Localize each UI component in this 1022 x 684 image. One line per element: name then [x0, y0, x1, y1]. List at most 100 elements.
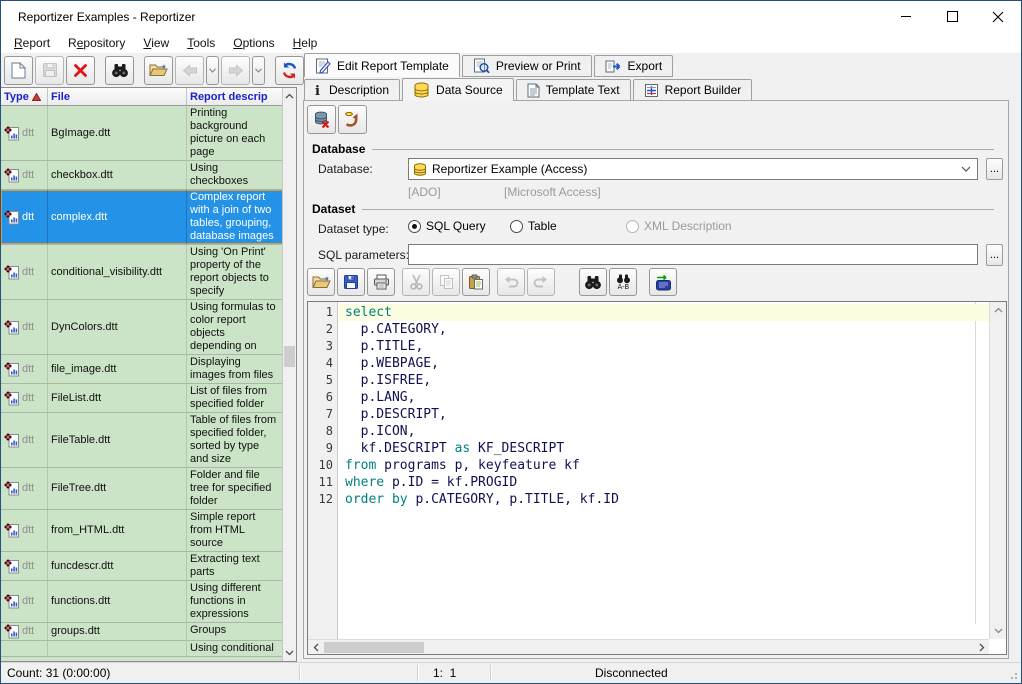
revert-datasource-button[interactable] — [338, 105, 367, 134]
refresh-button[interactable] — [275, 56, 304, 85]
open-sql-button[interactable] — [307, 268, 335, 296]
redo-button[interactable] — [527, 268, 555, 296]
resize-grip[interactable] — [1008, 670, 1018, 680]
minimize-button[interactable] — [883, 1, 929, 32]
floppy-gray-icon — [42, 62, 58, 78]
dtt-file-icon — [4, 481, 20, 496]
disconnect-database-button[interactable] — [307, 105, 336, 134]
tab-preview-or-print[interactable]: Preview or Print — [462, 55, 592, 77]
sql-parameters-input[interactable] — [408, 244, 978, 265]
sql-code-area[interactable]: select p.CATEGORY, p.TITLE, p.WEBPAGE, p… — [339, 302, 989, 639]
execute-sql-button[interactable] — [649, 268, 677, 296]
file-name-cell: complex.dtt — [48, 190, 187, 244]
scrollbar-thumb[interactable] — [284, 346, 295, 367]
file-table-scrollbar[interactable] — [282, 88, 296, 661]
forward-button-dropdown[interactable] — [252, 56, 265, 85]
table-row[interactable]: dttfunctions.dttUsing different function… — [1, 581, 283, 623]
tab-edit-report-template[interactable]: Edit Report Template — [304, 53, 460, 77]
table-row[interactable]: dttDynColors.dttUsing formulas to color … — [1, 300, 283, 355]
sql-code-line[interactable]: p.CATEGORY, — [339, 321, 989, 338]
file-name-cell: file_image.dtt — [48, 355, 187, 383]
sql-editor[interactable]: 123456789101112 select p.CATEGORY, p.TIT… — [307, 301, 1007, 655]
scissors-icon — [409, 274, 424, 290]
copy-button[interactable] — [432, 268, 460, 296]
table-row[interactable]: dttFileList.dttList of files from specif… — [1, 384, 283, 413]
table-row[interactable]: dttcomplex.dttComplex report with a join… — [1, 190, 283, 245]
scrollbar-thumb[interactable] — [324, 642, 424, 653]
new-report-button[interactable] — [4, 56, 33, 85]
scroll-up-icon[interactable] — [990, 302, 1006, 318]
table-row[interactable]: dttconditional_visibility.dttUsing 'On P… — [1, 245, 283, 300]
cut-button[interactable] — [402, 268, 430, 296]
scroll-down-icon[interactable] — [990, 623, 1006, 639]
column-header-report-descrip[interactable]: Report descrip — [187, 88, 283, 105]
scroll-down-icon[interactable] — [283, 645, 296, 661]
table-row[interactable]: dttcheckbox.dttUsing checkboxes — [1, 161, 283, 190]
menu-item-repository[interactable]: Repository — [59, 34, 134, 52]
save-sql-button[interactable] — [337, 268, 365, 296]
maximize-button[interactable] — [929, 1, 975, 32]
column-header-file[interactable]: File — [48, 88, 187, 105]
editor-vertical-scrollbar[interactable] — [989, 302, 1006, 639]
editor-horizontal-scrollbar[interactable] — [308, 639, 989, 654]
browse-database-button[interactable]: ... — [986, 158, 1003, 180]
tab-template-text[interactable]: Template Text — [516, 79, 631, 101]
open-folder-button[interactable] — [144, 56, 173, 85]
file-table: TypeFileReport descrip dttBgImage.dttPri… — [1, 87, 297, 662]
radio-table[interactable]: Table — [510, 219, 557, 233]
table-row[interactable]: Using conditional — [1, 641, 283, 657]
browse-parameters-button[interactable]: ... — [986, 244, 1003, 266]
table-row[interactable]: dttgroups.dttGroups — [1, 623, 283, 641]
scroll-up-icon[interactable] — [283, 88, 296, 104]
sql-code-line[interactable]: p.TITLE, — [339, 338, 989, 355]
paste-button[interactable] — [462, 268, 490, 296]
table-row[interactable]: dttFileTable.dttTable of files from spec… — [1, 413, 283, 468]
undo-button[interactable] — [497, 268, 525, 296]
table-row[interactable]: dttfrom_HTML.dttSimple report from HTML … — [1, 510, 283, 552]
radio-sql-query[interactable]: SQL Query — [408, 219, 486, 233]
sql-code-line[interactable]: p.LANG, — [339, 389, 989, 406]
tab-report-builder[interactable]: Report Builder — [633, 79, 753, 101]
forward-button[interactable] — [221, 56, 250, 85]
report-description-cell: Complex report with a join of two tables… — [187, 190, 283, 244]
dtt-file-icon — [4, 126, 20, 141]
find-text-button[interactable] — [579, 268, 607, 296]
sql-code-line[interactable]: p.DESCRIPT, — [339, 406, 989, 423]
find-report-button[interactable] — [105, 56, 134, 85]
back-button[interactable] — [175, 56, 204, 85]
sql-code-line[interactable]: from programs p, keyfeature kf — [339, 457, 989, 474]
table-row[interactable]: dttfile_image.dttDisplaying images from … — [1, 355, 283, 384]
menu-item-report[interactable]: Report — [5, 34, 59, 52]
menu-item-view[interactable]: View — [134, 34, 178, 52]
sql-code-line[interactable]: p.WEBPAGE, — [339, 355, 989, 372]
menu-item-help[interactable]: Help — [284, 34, 327, 52]
replace-icon: A-B — [615, 274, 632, 290]
sql-code-line[interactable]: where p.ID = kf.PROGID — [339, 474, 989, 491]
sql-code-line[interactable]: select — [339, 304, 989, 321]
menu-item-tools[interactable]: Tools — [178, 34, 224, 52]
delete-report-button[interactable] — [66, 56, 95, 85]
sql-code-line[interactable]: order by p.CATEGORY, p.TITLE, kf.ID — [339, 491, 989, 508]
save-report-button[interactable] — [35, 56, 64, 85]
binoculars-icon — [584, 275, 602, 290]
back-button-dropdown[interactable] — [206, 56, 219, 85]
table-row[interactable]: dttBgImage.dttPrinting background pictur… — [1, 106, 283, 161]
scroll-left-icon[interactable] — [308, 640, 323, 654]
close-button[interactable] — [975, 1, 1021, 32]
menu-item-options[interactable]: Options — [224, 34, 283, 52]
chevron-down-icon[interactable] — [957, 161, 975, 177]
column-header-type[interactable]: Type — [1, 88, 48, 105]
file-type-cell: dtt — [1, 190, 48, 244]
database-combobox[interactable]: Reportizer Example (Access) — [408, 158, 978, 180]
replace-text-button[interactable]: A-B — [609, 268, 637, 296]
scroll-right-icon[interactable] — [974, 640, 989, 654]
tab-data-source[interactable]: Data Source — [402, 78, 514, 101]
table-row[interactable]: dttfuncdescr.dttExtracting text parts — [1, 552, 283, 581]
sql-code-line[interactable]: p.ICON, — [339, 423, 989, 440]
sql-code-line[interactable]: kf.DESCRIPT as KF_DESCRIPT — [339, 440, 989, 457]
tab-export[interactable]: Export — [594, 55, 674, 77]
tab-description[interactable]: iDescription — [304, 79, 400, 101]
table-row[interactable]: dttFileTree.dttFolder and file tree for … — [1, 468, 283, 510]
sql-code-line[interactable]: p.ISFREE, — [339, 372, 989, 389]
print-sql-button[interactable] — [367, 268, 395, 296]
